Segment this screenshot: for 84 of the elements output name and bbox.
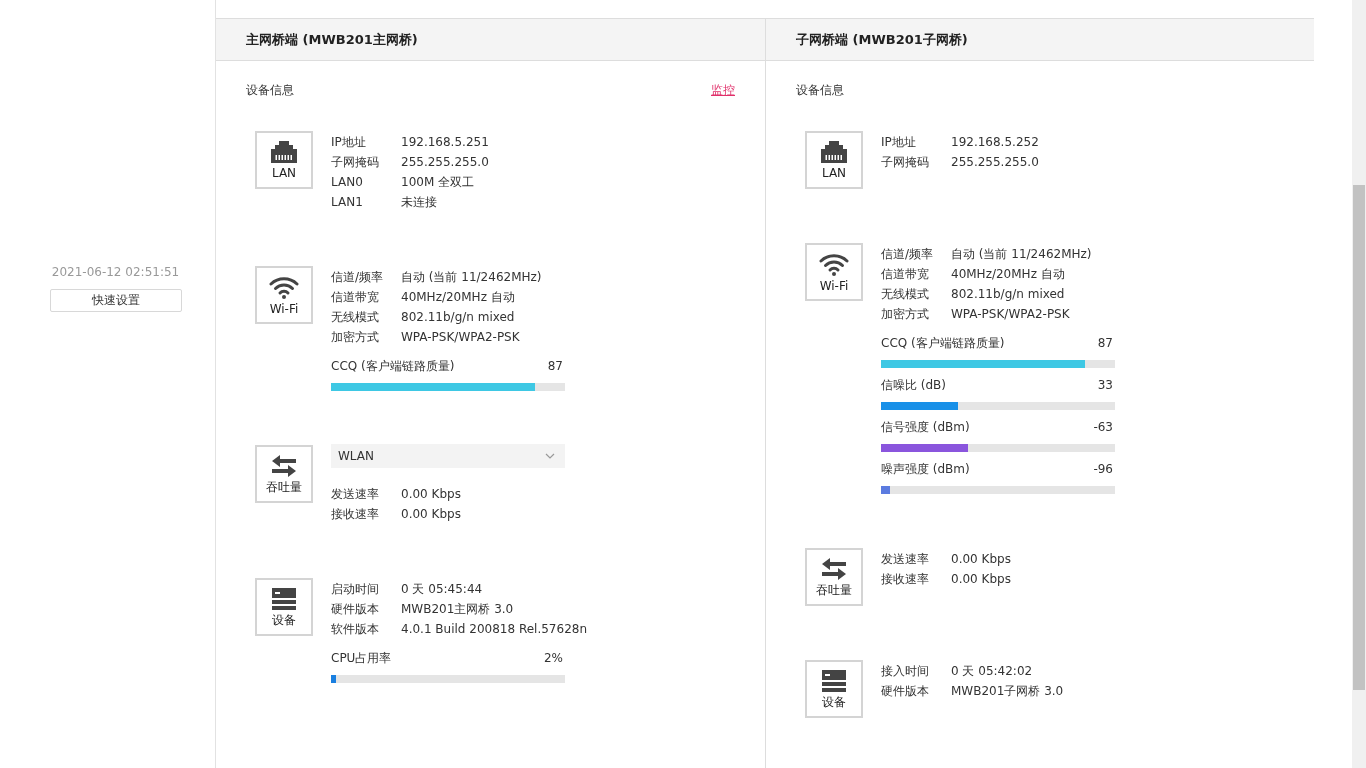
info-label: 接收速率 [881,571,930,588]
meter-reading: 2% [543,650,563,667]
tile-label: LAN [821,165,847,180]
info-value: 0.00 Kbps [951,571,1011,588]
info-value: 192.168.5.251 [401,134,489,151]
section-title: 设备信息 [796,82,844,99]
info-value: 40MHz/20MHz 自动 [951,266,1065,283]
panel-title: 主网桥端 (MWB201主网桥) [246,30,418,49]
info-value: 自动 (当前 11/2462MHz) [401,269,542,286]
info-label: 信道带宽 [331,289,380,306]
info-label: 信道带宽 [881,266,930,283]
wifi-icon [269,274,299,299]
info-label: 无线模式 [331,309,380,326]
ethernet-port-icon [821,140,847,163]
tile-label: 吞吐量 [816,582,852,597]
info-value: 192.168.5.252 [951,134,1039,151]
info-label: IP地址 [881,134,917,151]
meter-reading: 87 [1097,335,1113,352]
info-label: 硬件版本 [881,683,930,700]
info-label: 信道/频率 [331,269,385,286]
panel-title: 子网桥端 (MWB201子网桥) [796,30,968,49]
transfer-arrows-icon [272,454,296,477]
info-value: 0 天 05:42:02 [951,663,1033,680]
info-label: 加密方式 [881,306,930,323]
info-value: 0.00 Kbps [401,486,461,503]
tile-label: 设备 [822,694,846,709]
meter-label: CPU占用率 [331,650,392,667]
info-label: 接收速率 [331,506,380,523]
info-value: 未连接 [401,194,437,211]
info-value: 802.11b/g/n mixed [401,309,515,326]
info-label: LAN1 [331,194,364,211]
info-label: LAN0 [331,174,364,191]
quick-setup-button[interactable]: 快速设置 [49,289,182,312]
info-value: 4.0.1 Build 200818 Rel.57628n [401,621,588,638]
meter-label: 信噪比 (dB) [881,377,947,394]
tile-label: 设备 [272,612,296,627]
wifi-icon [819,251,849,276]
meter-reading: -63 [1093,419,1113,436]
meter-label: CCQ (客户端链路质量) [881,335,1005,352]
info-value: WPA-PSK/WPA2-PSK [951,306,1070,323]
meter-label: CCQ (客户端链路质量) [331,358,455,375]
transfer-arrows-icon [822,557,846,580]
monitor-link[interactable]: 监控 [711,81,735,99]
info-value: 40MHz/20MHz 自动 [401,289,515,306]
timestamp: 2021-06-12 02:51:51 [51,264,180,280]
info-value: 0.00 Kbps [401,506,461,523]
tile-label: 吞吐量 [266,479,302,494]
info-value: 100M 全双工 [401,174,475,191]
info-label: IP地址 [331,134,367,151]
info-label: 启动时间 [331,581,380,598]
interface-dropdown[interactable]: WLAN [331,444,565,468]
info-value: MWB201主网桥 3.0 [401,601,514,618]
info-value: 0 天 05:45:44 [401,581,483,598]
scrollbar[interactable] [1352,0,1366,768]
device-icon [822,669,846,692]
tile-label: LAN [271,165,297,180]
tile-label: Wi-Fi [269,301,299,316]
info-value: WPA-PSK/WPA2-PSK [401,329,520,346]
meter-label: 信号强度 (dBm) [881,419,970,436]
info-label: 子网掩码 [881,154,930,171]
info-label: 加密方式 [331,329,380,346]
chevron-down-icon [545,453,555,459]
info-value: 255.255.255.0 [401,154,489,171]
info-label: 接入时间 [881,663,930,680]
device-icon [272,587,296,610]
info-label: 硬件版本 [331,601,380,618]
info-value: MWB201子网桥 3.0 [951,683,1064,700]
info-label: 信道/频率 [881,246,935,263]
tile-label: Wi-Fi [819,278,849,293]
info-value: 255.255.255.0 [951,154,1039,171]
meter-reading: 33 [1097,377,1113,394]
info-value: 自动 (当前 11/2462MHz) [951,246,1092,263]
info-label: 发送速率 [881,551,930,568]
meter-label: 噪声强度 (dBm) [881,461,970,478]
section-title: 设备信息 [246,82,294,99]
info-value: 0.00 Kbps [951,551,1011,568]
info-label: 无线模式 [881,286,930,303]
info-label: 软件版本 [331,621,380,638]
meter-reading: -96 [1093,461,1113,478]
meter-reading: 87 [547,358,563,375]
info-value: 802.11b/g/n mixed [951,286,1065,303]
info-label: 子网掩码 [331,154,380,171]
info-label: 发送速率 [331,486,380,503]
ethernet-port-icon [271,140,297,163]
